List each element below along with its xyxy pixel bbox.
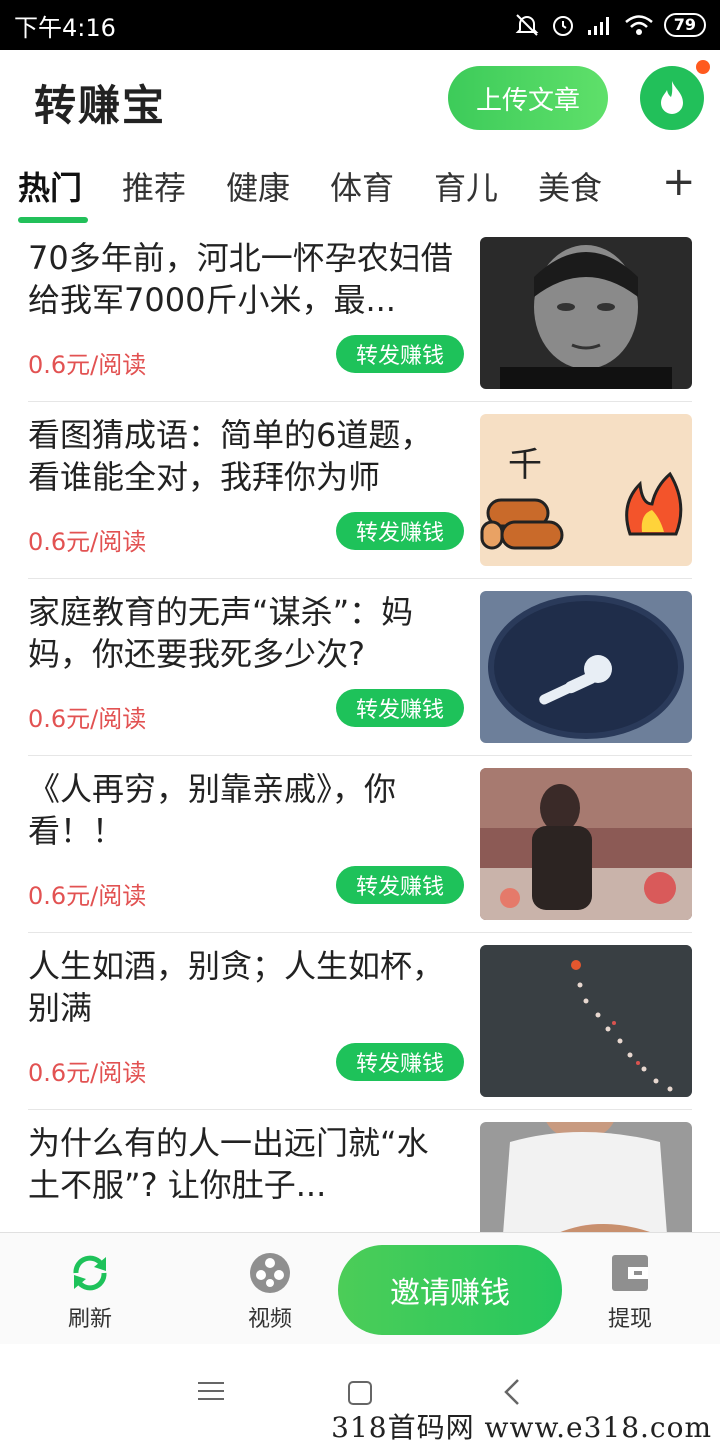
tab-food[interactable]: 美食: [538, 163, 602, 209]
article-title[interactable]: 为什么有的人一出远门就“水土不服”? 让你肚子...: [28, 1122, 458, 1206]
article-title[interactable]: 《人再穷，别靠亲戚》，你看！！: [28, 768, 458, 852]
status-bar: 下午4:16 79: [0, 0, 720, 50]
app-header: 转赚宝 上传文章: [0, 50, 720, 150]
article-price: 0.6元/阅读: [28, 1059, 147, 1087]
nav-video-label: 视频: [247, 1307, 292, 1332]
home-icon[interactable]: [347, 1380, 373, 1406]
article-thumbnail[interactable]: [480, 1122, 692, 1233]
list-item[interactable]: 《人再穷，别靠亲戚》，你看！！ 0.6元/阅读 转发赚钱: [28, 756, 692, 933]
article-title[interactable]: 70多年前，河北一怀孕农妇借给我军7000斤小米，最...: [28, 237, 458, 321]
app-title: 转赚宝: [34, 81, 167, 130]
nav-refresh[interactable]: 刷新: [45, 1251, 135, 1333]
article-thumbnail[interactable]: [480, 768, 692, 920]
category-tabs: 热门 推荐 健康 体育 育儿 美食 +: [0, 155, 720, 225]
refresh-icon: [73, 1255, 107, 1291]
nav-refresh-label: 刷新: [67, 1307, 112, 1332]
blurry-person-photo: [480, 768, 692, 920]
share-earn-button[interactable]: 转发赚钱: [336, 512, 464, 550]
portrait-photo: [480, 237, 692, 389]
tab-recommend[interactable]: 推荐: [122, 163, 186, 209]
article-title[interactable]: 家庭教育的无声“谋杀”：妈妈，你还要我死多少次?: [28, 591, 458, 675]
nav-withdraw-label: 提现: [607, 1307, 652, 1332]
wallet-icon: [612, 1255, 648, 1291]
toy-in-water-photo: [480, 591, 692, 743]
system-nav-bar: 318首码网 www.e318.com: [0, 1344, 720, 1440]
share-earn-button[interactable]: 转发赚钱: [336, 866, 464, 904]
flame-icon: [661, 81, 683, 114]
status-time: 下午4:16: [14, 13, 116, 42]
article-thumbnail[interactable]: 千: [480, 414, 692, 566]
watermark: 318首码网 www.e318.com: [331, 1411, 712, 1440]
swimmers-sea-photo: [480, 945, 692, 1097]
share-earn-button[interactable]: 转发赚钱: [336, 689, 464, 727]
mute-bell-icon: [515, 14, 539, 36]
film-reel-icon: [250, 1253, 290, 1293]
wifi-icon: [624, 15, 653, 35]
notification-dot: [696, 60, 710, 74]
list-item[interactable]: 家庭教育的无声“谋杀”：妈妈，你还要我死多少次? 0.6元/阅读 转发赚钱: [28, 579, 692, 756]
menu-icon[interactable]: [198, 1380, 224, 1402]
article-price: 0.6元/阅读: [28, 351, 147, 379]
tab-health[interactable]: 健康: [226, 163, 290, 209]
list-item[interactable]: 人生如酒，别贪；人生如杯，别满 0.6元/阅读 转发赚钱: [28, 933, 692, 1110]
add-tab-icon[interactable]: +: [662, 159, 696, 205]
list-item[interactable]: 70多年前，河北一怀孕农妇借给我军7000斤小米，最... 0.6元/阅读 转发…: [28, 225, 692, 402]
alarm-icon: [552, 16, 573, 36]
article-thumbnail[interactable]: [480, 591, 692, 743]
invite-earn-button[interactable]: 邀请赚钱: [338, 1245, 562, 1335]
idiom-puzzle-image: 千: [480, 414, 692, 566]
bottom-nav: 刷新 视频 邀请赚钱 提现: [0, 1232, 720, 1344]
battery-level: 79: [663, 13, 706, 37]
tab-hot[interactable]: 热门: [18, 163, 82, 209]
active-tab-indicator: [18, 217, 88, 223]
puzzle-char: 千: [508, 445, 542, 485]
back-icon[interactable]: [502, 1378, 522, 1406]
tab-sports[interactable]: 体育: [330, 163, 394, 209]
hot-button[interactable]: [640, 66, 704, 130]
signal-icon: [587, 17, 609, 35]
share-earn-button[interactable]: 转发赚钱: [336, 335, 464, 373]
list-item[interactable]: 为什么有的人一出远门就“水土不服”? 让你肚子...: [28, 1110, 692, 1233]
article-price: 0.6元/阅读: [28, 528, 147, 556]
upload-article-button[interactable]: 上传文章: [448, 66, 608, 130]
nav-withdraw[interactable]: 提现: [585, 1251, 675, 1333]
article-price: 0.6元/阅读: [28, 705, 147, 733]
list-item[interactable]: 看图猜成语：简单的6道题，看谁能全对，我拜你为师 0.6元/阅读 转发赚钱 千: [28, 402, 692, 579]
article-thumbnail[interactable]: [480, 237, 692, 389]
article-list[interactable]: 70多年前，河北一怀孕农妇借给我军7000斤小米，最... 0.6元/阅读 转发…: [0, 225, 720, 1233]
article-price: 0.6元/阅读: [28, 882, 147, 910]
nav-video[interactable]: 视频: [225, 1251, 315, 1333]
article-title[interactable]: 看图猜成语：简单的6道题，看谁能全对，我拜你为师: [28, 414, 458, 498]
article-title[interactable]: 人生如酒，别贪；人生如杯，别满: [28, 945, 458, 1029]
share-earn-button[interactable]: 转发赚钱: [336, 1043, 464, 1081]
article-thumbnail[interactable]: [480, 945, 692, 1097]
tab-parenting[interactable]: 育儿: [434, 163, 498, 209]
status-icons: 79: [514, 12, 706, 38]
stomach-ache-photo: [480, 1122, 692, 1233]
